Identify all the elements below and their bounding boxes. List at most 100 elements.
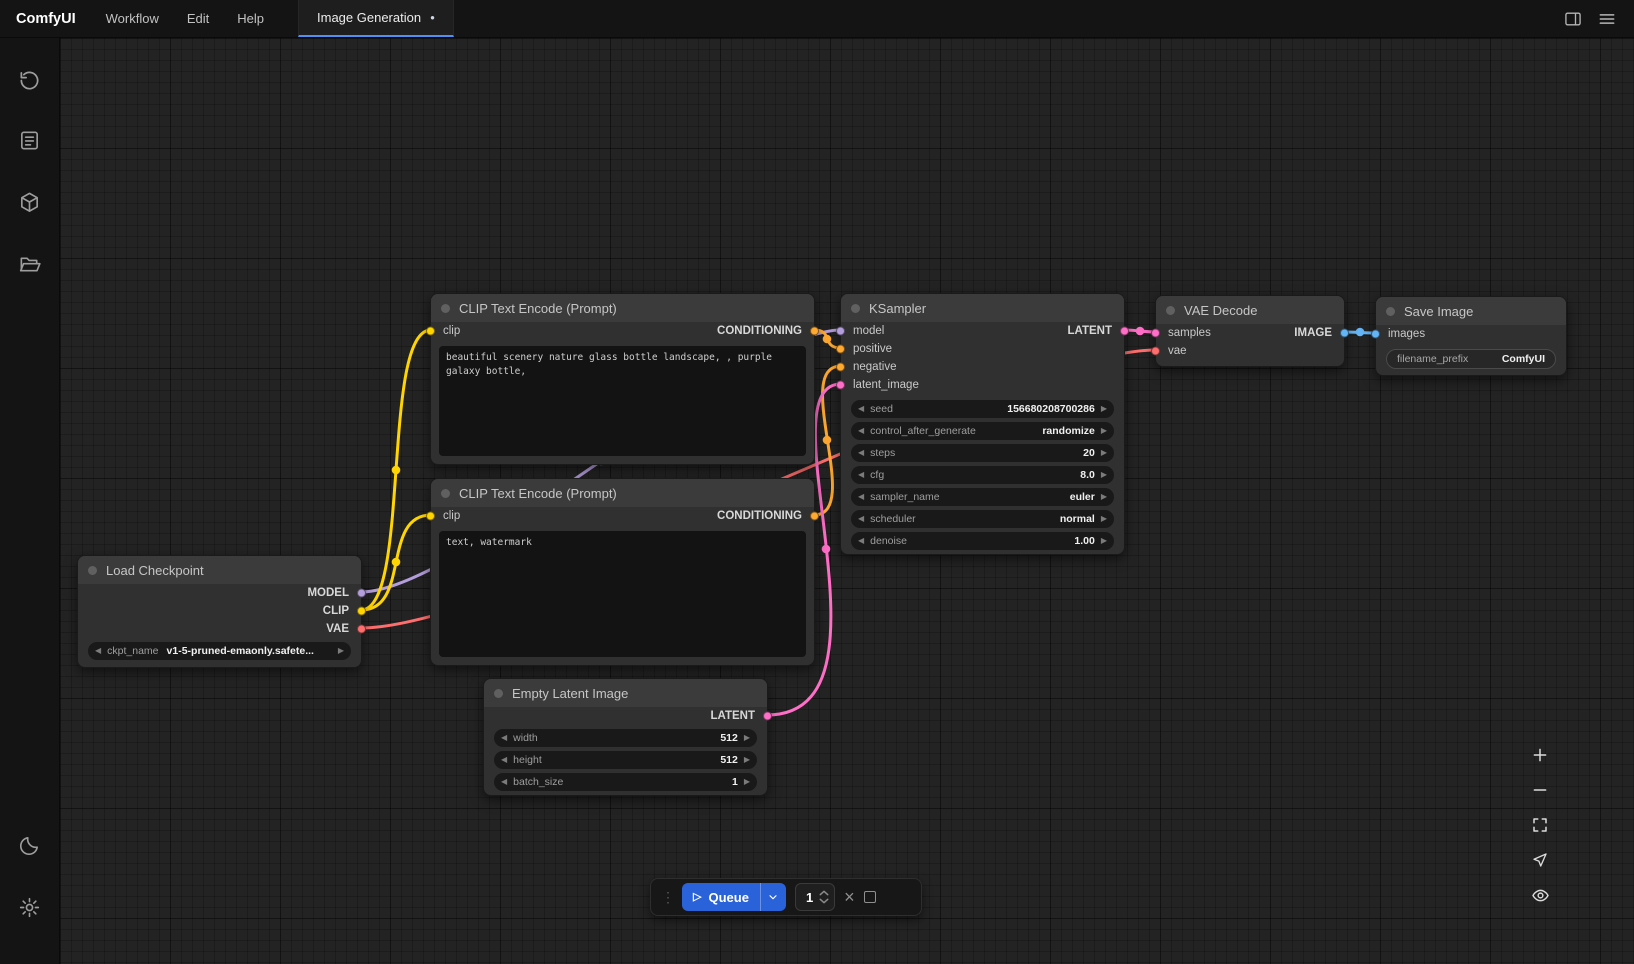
- menu-help[interactable]: Help: [223, 0, 278, 37]
- decrement-arrow-icon[interactable]: ◀: [501, 756, 507, 764]
- input-port-negative[interactable]: [836, 363, 845, 372]
- decrement-arrow-icon[interactable]: ◀: [501, 734, 507, 742]
- decrement-arrow-icon[interactable]: ◀: [858, 493, 864, 501]
- input-port-clip[interactable]: [426, 327, 435, 336]
- drag-handle-icon[interactable]: ⋮: [661, 889, 673, 906]
- collapse-dot-icon[interactable]: [494, 689, 503, 698]
- input-port-vae[interactable]: [1151, 347, 1160, 356]
- collapse-dot-icon[interactable]: [441, 489, 450, 498]
- collapse-dot-icon[interactable]: [1166, 306, 1175, 315]
- collapse-dot-icon[interactable]: [441, 304, 450, 313]
- node-save-image[interactable]: Save Image images filename_prefix ComfyU…: [1375, 296, 1567, 376]
- input-port-positive[interactable]: [836, 345, 845, 354]
- widget-steps[interactable]: ◀ steps 20 ▶: [851, 444, 1114, 462]
- increment-arrow-icon[interactable]: ▶: [338, 647, 344, 655]
- batch-count-stepper[interactable]: 1: [795, 883, 835, 911]
- node-header[interactable]: Load Checkpoint: [78, 556, 361, 584]
- decrement-arrow-icon[interactable]: ◀: [501, 778, 507, 786]
- widget-batch-size[interactable]: ◀ batch_size 1 ▶: [494, 773, 757, 791]
- main-menu-button[interactable]: [1592, 4, 1622, 34]
- menu-workflow[interactable]: Workflow: [92, 0, 173, 37]
- output-port-conditioning[interactable]: [810, 512, 819, 521]
- input-port-latent-image[interactable]: [836, 381, 845, 390]
- node-empty-latent-image[interactable]: Empty Latent Image LATENT ◀ width 512 ▶ …: [483, 678, 768, 796]
- widget-width[interactable]: ◀ width 512 ▶: [494, 729, 757, 747]
- increment-arrow-icon[interactable]: ▶: [1101, 471, 1107, 479]
- node-load-checkpoint[interactable]: Load Checkpoint MODEL CLIP VAE ◀ ckpt_na…: [77, 555, 362, 668]
- node-header[interactable]: Empty Latent Image: [484, 679, 767, 707]
- stepper-down-icon[interactable]: [819, 898, 829, 904]
- clear-queue-icon[interactable]: ×: [844, 888, 855, 906]
- widget-ckpt-name[interactable]: ◀ ckpt_name v1-5-pruned-emaonly.safete..…: [88, 642, 351, 660]
- widget-sampler-name[interactable]: ◀ sampler_name euler ▶: [851, 488, 1114, 506]
- decrement-arrow-icon[interactable]: ◀: [858, 449, 864, 457]
- theme-toggle-button[interactable]: [16, 831, 44, 859]
- increment-arrow-icon[interactable]: ▶: [1101, 537, 1107, 545]
- prompt-textarea[interactable]: text, watermark: [439, 531, 806, 657]
- output-port-latent[interactable]: [1120, 327, 1129, 336]
- collapse-dot-icon[interactable]: [88, 566, 97, 575]
- widget-denoise[interactable]: ◀ denoise 1.00 ▶: [851, 532, 1114, 550]
- output-port-model[interactable]: [357, 589, 366, 598]
- stop-icon[interactable]: [864, 891, 876, 903]
- input-port-clip[interactable]: [426, 512, 435, 521]
- collapse-dot-icon[interactable]: [851, 304, 860, 313]
- node-clip-text-encode-positive[interactable]: CLIP Text Encode (Prompt) clip CONDITION…: [430, 293, 815, 465]
- stepper-up-icon[interactable]: [819, 890, 829, 896]
- node-header[interactable]: KSampler: [841, 294, 1124, 322]
- output-port-latent[interactable]: [763, 712, 772, 721]
- widget-height[interactable]: ◀ height 512 ▶: [494, 751, 757, 769]
- input-port-samples[interactable]: [1151, 329, 1160, 338]
- node-library-button[interactable]: [16, 126, 44, 154]
- workflows-browser-button[interactable]: [16, 250, 44, 278]
- zoom-in-button[interactable]: [1527, 743, 1553, 767]
- increment-arrow-icon[interactable]: ▶: [1101, 405, 1107, 413]
- decrement-arrow-icon[interactable]: ◀: [858, 515, 864, 523]
- collapse-dot-icon[interactable]: [1386, 307, 1395, 316]
- output-port-clip[interactable]: [357, 607, 366, 616]
- increment-arrow-icon[interactable]: ▶: [1101, 449, 1107, 457]
- fit-view-button[interactable]: [1527, 813, 1553, 837]
- workflow-history-button[interactable]: [16, 66, 44, 94]
- queue-options-button[interactable]: [760, 883, 786, 911]
- increment-arrow-icon[interactable]: ▶: [1101, 515, 1107, 523]
- output-port-conditioning[interactable]: [810, 327, 819, 336]
- decrement-arrow-icon[interactable]: ◀: [95, 647, 101, 655]
- output-port-image[interactable]: [1340, 329, 1349, 338]
- tab-image-generation[interactable]: Image Generation ●: [298, 0, 454, 37]
- toggle-panel-button[interactable]: [1558, 4, 1588, 34]
- widget-seed[interactable]: ◀ seed 156680208700286 ▶: [851, 400, 1114, 418]
- decrement-arrow-icon[interactable]: ◀: [858, 427, 864, 435]
- increment-arrow-icon[interactable]: ▶: [744, 734, 750, 742]
- toggle-link-visibility-button[interactable]: [1527, 883, 1553, 907]
- increment-arrow-icon[interactable]: ▶: [1101, 493, 1107, 501]
- node-vae-decode[interactable]: VAE Decode samples IMAGE vae: [1155, 295, 1345, 367]
- node-header[interactable]: CLIP Text Encode (Prompt): [431, 294, 814, 322]
- prompt-textarea[interactable]: beautiful scenery nature glass bottle la…: [439, 346, 806, 456]
- node-header[interactable]: VAE Decode: [1156, 296, 1344, 324]
- increment-arrow-icon[interactable]: ▶: [744, 778, 750, 786]
- input-port-model[interactable]: [836, 327, 845, 336]
- node-ksampler[interactable]: KSampler model LATENT positive negative …: [840, 293, 1125, 555]
- decrement-arrow-icon[interactable]: ◀: [858, 537, 864, 545]
- zoom-out-button[interactable]: [1527, 778, 1553, 802]
- widget-control-after-generate[interactable]: ◀ control_after_generate randomize ▶: [851, 422, 1114, 440]
- widget-cfg[interactable]: ◀ cfg 8.0 ▶: [851, 466, 1114, 484]
- node-header[interactable]: CLIP Text Encode (Prompt): [431, 479, 814, 507]
- node-clip-text-encode-negative[interactable]: CLIP Text Encode (Prompt) clip CONDITION…: [430, 478, 815, 666]
- menu-edit[interactable]: Edit: [173, 0, 223, 37]
- queue-button[interactable]: ▷ Queue: [682, 883, 786, 911]
- output-port-vae[interactable]: [357, 625, 366, 634]
- graph-canvas[interactable]: Load Checkpoint MODEL CLIP VAE ◀ ckpt_na…: [60, 38, 1634, 964]
- decrement-arrow-icon[interactable]: ◀: [858, 471, 864, 479]
- increment-arrow-icon[interactable]: ▶: [1101, 427, 1107, 435]
- settings-button[interactable]: [16, 893, 44, 921]
- model-library-button[interactable]: [16, 188, 44, 216]
- widget-scheduler[interactable]: ◀ scheduler normal ▶: [851, 510, 1114, 528]
- decrement-arrow-icon[interactable]: ◀: [858, 405, 864, 413]
- select-mode-button[interactable]: [1527, 848, 1553, 872]
- node-header[interactable]: Save Image: [1376, 297, 1566, 325]
- increment-arrow-icon[interactable]: ▶: [744, 756, 750, 764]
- widget-filename-prefix[interactable]: filename_prefix ComfyUI: [1386, 349, 1556, 369]
- input-port-images[interactable]: [1371, 330, 1380, 339]
